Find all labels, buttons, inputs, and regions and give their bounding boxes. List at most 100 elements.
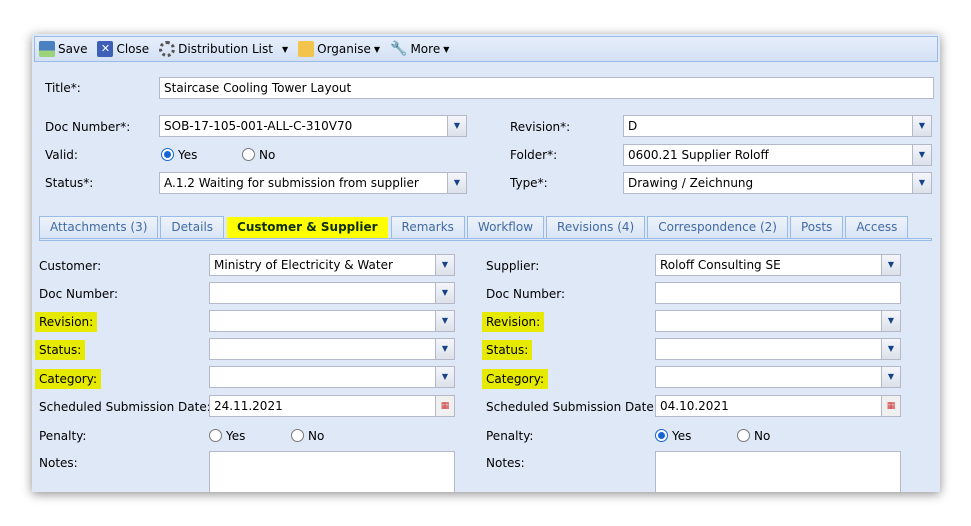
supplier-date-field[interactable]: 04.10.2021 ▦ — [655, 395, 901, 417]
yes-label: Yes — [178, 148, 198, 162]
chevron-down-icon[interactable]: ▼ — [447, 173, 466, 193]
toolbar: Save ✕ Close Distribution List ▼ Organise ▼… — [34, 36, 938, 62]
calendar-icon[interactable]: ▦ — [881, 396, 900, 416]
dropdown-arrow-icon: ▼ — [281, 44, 289, 54]
tab-bar: Attachments (3) Details Customer & Suppl… — [39, 216, 909, 238]
supplier-category-label: Category: — [482, 369, 548, 389]
tab-correspondence[interactable]: Correspondence (2) — [647, 216, 788, 238]
chevron-down-icon[interactable]: ▼ — [435, 255, 454, 275]
title-label: Title*: — [45, 81, 81, 95]
type-label: Type*: — [510, 176, 548, 190]
chevron-down-icon[interactable]: ▼ — [881, 311, 900, 331]
customer-status-combo[interactable]: ▼ — [209, 338, 455, 360]
customer-label: Customer: — [39, 259, 102, 273]
customer-category-label: Category: — [35, 369, 101, 389]
folder-icon — [298, 41, 315, 57]
supplier-value: Roloff Consulting SE — [660, 258, 781, 272]
folder-label: Folder*: — [510, 148, 558, 162]
tab-workflow[interactable]: Workflow — [466, 216, 545, 238]
chevron-down-icon[interactable]: ▼ — [447, 116, 466, 136]
supplier-notes-textarea[interactable] — [655, 451, 901, 492]
supplier-doc-number-label: Doc Number: — [486, 287, 566, 301]
document-window: Save ✕ Close Distribution List ▼ Organise ▼… — [32, 34, 940, 492]
customer-combo[interactable]: Ministry of Electricity & Water ▼ — [209, 254, 455, 276]
chevron-down-icon[interactable]: ▼ — [881, 255, 900, 275]
supplier-penalty-no-radio[interactable]: No — [737, 429, 770, 443]
customer-revision-label: Revision: — [35, 312, 98, 332]
doc-number-label: Doc Number*: — [45, 120, 131, 134]
type-value: Drawing / Zeichnung — [628, 176, 754, 190]
title-input[interactable]: Staircase Cooling Tower Layout — [159, 77, 934, 99]
chevron-down-icon[interactable]: ▼ — [912, 173, 931, 193]
customer-revision-combo[interactable]: ▼ — [209, 310, 455, 332]
supplier-penalty-yes-radio[interactable]: Yes — [655, 429, 691, 443]
calendar-icon[interactable]: ▦ — [435, 396, 454, 416]
customer-notes-label: Notes: — [39, 456, 78, 470]
no-label: No — [259, 148, 276, 162]
no-label: No — [308, 429, 325, 443]
revision-label: Revision*: — [510, 120, 571, 134]
customer-penalty-yes-radio[interactable]: Yes — [209, 429, 245, 443]
valid-no-radio[interactable]: No — [242, 148, 275, 162]
tab-revisions[interactable]: Revisions (4) — [546, 216, 646, 238]
dropdown-arrow-icon: ▼ — [443, 44, 450, 54]
tab-attachments[interactable]: Attachments (3) — [39, 216, 159, 238]
chevron-down-icon[interactable]: ▼ — [435, 339, 454, 359]
customer-category-combo[interactable]: ▼ — [209, 366, 455, 388]
chevron-down-icon[interactable]: ▼ — [881, 367, 900, 387]
tab-details[interactable]: Details — [160, 216, 225, 238]
chevron-down-icon[interactable]: ▼ — [435, 311, 454, 331]
customer-doc-number-label: Doc Number: — [39, 287, 119, 301]
radio-icon — [242, 148, 255, 161]
doc-number-value: SOB-17-105-001-ALL-C-310V70 — [164, 119, 353, 133]
chevron-down-icon[interactable]: ▼ — [435, 367, 454, 387]
folder-combo[interactable]: 0600.21 Supplier Roloff ▼ — [623, 144, 932, 166]
distribution-list-button[interactable]: Distribution List ▼ — [159, 41, 288, 57]
status-label: Status*: — [45, 176, 94, 190]
chevron-down-icon[interactable]: ▼ — [881, 339, 900, 359]
valid-label: Valid: — [45, 148, 78, 162]
tab-strip — [39, 238, 932, 241]
status-value: A.1.2 Waiting for submission from suppli… — [164, 176, 419, 190]
customer-notes-textarea[interactable] — [209, 451, 455, 492]
chevron-down-icon[interactable]: ▼ — [912, 116, 931, 136]
chevron-down-icon[interactable]: ▼ — [912, 145, 931, 165]
supplier-category-combo[interactable]: ▼ — [655, 366, 901, 388]
customer-penalty-no-radio[interactable]: No — [291, 429, 324, 443]
customer-doc-number-combo[interactable]: ▼ — [209, 282, 455, 304]
radio-icon — [291, 429, 304, 442]
radio-checked-icon — [655, 429, 668, 442]
organise-label: Organise — [317, 42, 371, 56]
folder-value: 0600.21 Supplier Roloff — [628, 148, 769, 162]
revision-combo[interactable]: D ▼ — [623, 115, 932, 137]
no-label: No — [754, 429, 771, 443]
radio-checked-icon — [161, 148, 174, 161]
doc-number-combo[interactable]: SOB-17-105-001-ALL-C-310V70 ▼ — [159, 115, 467, 137]
supplier-combo[interactable]: Roloff Consulting SE ▼ — [655, 254, 901, 276]
cycle-icon — [159, 41, 176, 57]
type-combo[interactable]: Drawing / Zeichnung ▼ — [623, 172, 932, 194]
save-button[interactable]: Save — [39, 41, 87, 57]
radio-icon — [209, 429, 222, 442]
valid-yes-radio[interactable]: Yes — [161, 148, 197, 162]
chevron-down-icon[interactable]: ▼ — [435, 283, 454, 303]
supplier-status-label: Status: — [482, 340, 533, 360]
supplier-status-combo[interactable]: ▼ — [655, 338, 901, 360]
supplier-doc-number-input[interactable] — [655, 282, 901, 304]
close-button[interactable]: ✕ Close — [97, 41, 149, 57]
supplier-penalty-label: Penalty: — [486, 429, 534, 443]
customer-date-label: Scheduled Submission Date: — [39, 400, 211, 414]
tab-remarks[interactable]: Remarks — [390, 216, 465, 238]
organise-button[interactable]: Organise ▼ — [298, 41, 380, 57]
supplier-label: Supplier: — [486, 259, 540, 273]
tab-posts[interactable]: Posts — [789, 216, 844, 238]
customer-date-field[interactable]: 24.11.2021 ▦ — [209, 395, 455, 417]
yes-label: Yes — [672, 429, 692, 443]
supplier-revision-combo[interactable]: ▼ — [655, 310, 901, 332]
tab-access[interactable]: Access — [845, 216, 909, 238]
tab-customer-supplier[interactable]: Customer & Supplier — [226, 216, 389, 238]
more-button[interactable]: 🔧 More ▼ — [390, 41, 449, 57]
status-combo[interactable]: A.1.2 Waiting for submission from suppli… — [159, 172, 467, 194]
radio-icon — [737, 429, 750, 442]
supplier-date-value: 04.10.2021 — [660, 399, 729, 413]
